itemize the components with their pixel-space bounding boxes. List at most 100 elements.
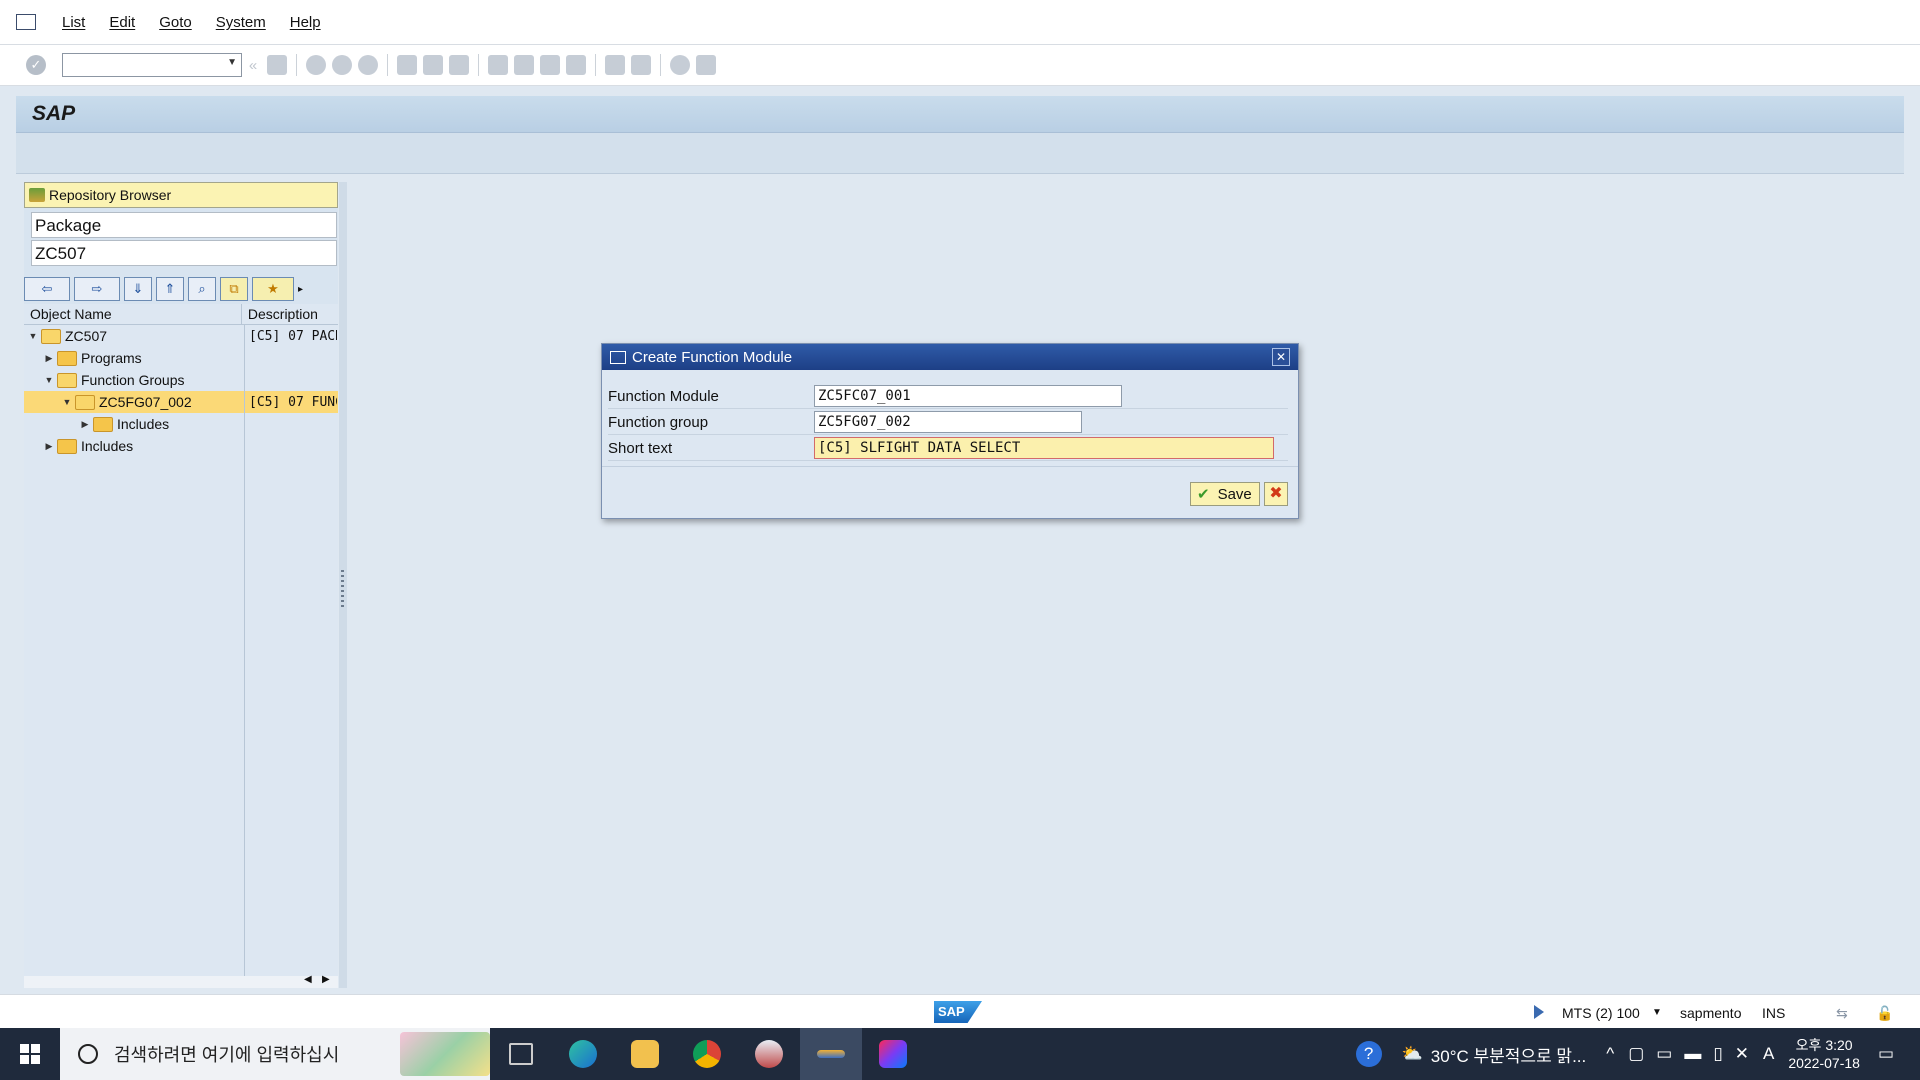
cancel-icon[interactable] [358,55,378,75]
system-menu-icon[interactable] [16,14,36,30]
tree-node-label: ZC5FG07_002 [99,394,192,410]
search-placeholder: 검색하려면 여기에 입력하십시 [114,1045,340,1065]
layout-menu-icon[interactable] [696,55,716,75]
next-page-icon[interactable] [540,55,560,75]
favorites-icon[interactable]: ★ [252,277,294,301]
back-icon[interactable] [306,55,326,75]
print-icon[interactable] [397,55,417,75]
enter-icon[interactable]: ✓ [26,55,46,75]
binoculars-icon[interactable]: ⌕ [188,277,216,301]
short-text-input[interactable]: [C5] SLFIGHT DATA SELECT [814,437,1274,459]
input-method-icon[interactable]: A [1763,1044,1774,1064]
lock-icon[interactable]: 🔓 [1876,1005,1893,1022]
exit-icon[interactable] [332,55,352,75]
first-page-icon[interactable] [488,55,508,75]
new-session-icon[interactable] [605,55,625,75]
menu-list[interactable]: List [62,14,85,31]
title-bar: SAP [16,96,1904,133]
taskbar-clock[interactable]: 오후 3:20 2022-07-18 [1788,1036,1860,1072]
toolbar-separator [595,54,596,76]
collapse-triangle-icon[interactable]: ▼ [28,331,38,341]
expand-triangle-icon[interactable]: ▶ [44,353,54,364]
field-row-function-group: Function group ZC5FG07_002 [608,410,1288,435]
tree-row[interactable]: ▼ ZC507 [C5] 07 PACK [24,325,338,347]
horizontal-scrollbar[interactable]: ◀ ▶ [24,974,338,988]
object-name-input[interactable]: ZC507 [31,240,337,266]
notification-icon[interactable]: ▭ [1878,1044,1894,1064]
cancel-button[interactable]: ✖ [1264,482,1288,506]
system-info[interactable]: MTS (2) 100 [1562,1005,1640,1021]
menu-goto[interactable]: Goto [159,14,192,31]
repository-browser-button[interactable]: Repository Browser [24,182,338,208]
menu-system[interactable]: System [216,14,266,31]
intellij-icon [879,1040,907,1068]
page-title: SAP [32,102,76,125]
next-object-icon[interactable]: ⇨ [74,277,120,301]
separator-icon: « [248,56,258,74]
tree-row[interactable]: ▶ Programs [24,347,338,369]
insert-mode[interactable]: INS [1762,1005,1785,1021]
scroll-right-icon[interactable]: ▶ [322,974,330,985]
object-tree: Object Name Description ▼ ZC507 [C5] 07 P… [24,304,338,976]
battery-icon[interactable]: ▬ [1684,1044,1701,1064]
expand-all-icon[interactable]: ⇓ [124,277,152,301]
weather-text[interactable]: 30°C 부분적으로 맑... [1431,1042,1586,1067]
shortcut-icon[interactable] [631,55,651,75]
save-button-label: Save [1217,485,1252,503]
system-dropdown-icon[interactable]: ▼ [1652,1007,1662,1018]
function-group-input[interactable]: ZC5FG07_002 [814,411,1082,433]
chevron-down-icon[interactable]: ▼ [227,57,237,68]
help-icon[interactable] [670,55,690,75]
collapse-all-icon[interactable]: ⇑ [156,277,184,301]
find-icon[interactable] [423,55,443,75]
save-button[interactable]: ✔ Save [1190,482,1260,506]
chrome-icon [693,1040,721,1068]
object-type-select[interactable]: Package [31,212,337,238]
scroll-left-icon[interactable]: ◀ [304,974,312,985]
tree-row-selected[interactable]: ▼ ZC5FG07_002 [C5] 07 FUNC [24,391,338,413]
sap-gui-button[interactable] [800,1028,862,1080]
more-icon[interactable]: ▸ [298,284,303,295]
column-description[interactable]: Description [242,304,338,324]
server-name: sapmento [1680,1005,1742,1021]
previous-object-icon[interactable]: ⇦ [24,277,70,301]
layout-icon[interactable]: ⇆ [1836,1005,1848,1022]
field-row-short-text: Short text [C5] SLFIGHT DATA SELECT [608,436,1288,461]
collapse-triangle-icon[interactable]: ▼ [62,397,72,407]
chrome-button[interactable] [676,1028,738,1080]
tree-row[interactable]: ▶ Includes [24,413,338,435]
menu-help[interactable]: Help [290,14,321,31]
intellij-button[interactable] [862,1028,924,1080]
display-icon[interactable]: ▯ [1713,1044,1722,1064]
save-icon[interactable] [267,55,287,75]
dialog-title: Create Function Module [632,348,793,366]
previous-page-icon[interactable] [514,55,534,75]
collapse-triangle-icon[interactable]: ▼ [44,375,54,385]
volume-muted-icon[interactable]: ✕ [1735,1044,1749,1064]
menu-edit[interactable]: Edit [109,14,135,31]
chevron-up-icon[interactable]: ^ [1606,1044,1614,1064]
edge-button[interactable] [552,1028,614,1080]
last-page-icon[interactable] [566,55,586,75]
start-button[interactable] [0,1028,60,1080]
dialog-close-icon[interactable]: ✕ [1272,348,1290,366]
tree-row[interactable]: ▼ Function Groups [24,369,338,391]
network-icon[interactable]: ▭ [1656,1044,1672,1064]
tree-row[interactable]: ▶ Includes [24,435,338,457]
taskbar-search[interactable]: 검색하려면 여기에 입력하십시 [60,1028,490,1080]
expand-triangle-icon[interactable]: ▶ [44,441,54,452]
tree-node-label: ZC507 [65,328,108,344]
help-tray-icon[interactable]: ? [1355,1041,1382,1067]
find-next-icon[interactable] [449,55,469,75]
expand-triangle-icon[interactable]: ▶ [80,419,90,430]
command-field[interactable]: ▼ [62,53,242,77]
task-view-button[interactable] [490,1028,552,1080]
column-object-name[interactable]: Object Name [24,304,242,324]
function-module-input[interactable]: ZC5FC07_001 [814,385,1122,407]
splitter-grip-icon[interactable] [341,570,344,610]
hierarchy-icon[interactable]: ⧉ [220,277,248,301]
sap-logon-button[interactable] [738,1028,800,1080]
explorer-button[interactable] [614,1028,676,1080]
status-play-icon[interactable] [1534,1005,1544,1019]
meeting-icon[interactable]: ▢ [1628,1044,1644,1064]
